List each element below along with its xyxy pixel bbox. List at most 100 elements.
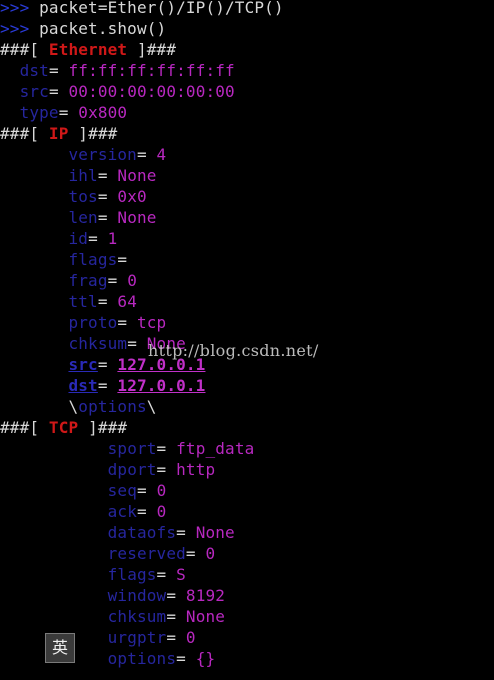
field-row: ack= 0 [0,501,167,522]
field-value: 127.0.0.1 [117,376,206,395]
field-equals: = [97,292,118,311]
field-row: proto= tcp [0,312,166,333]
field-indent [0,145,68,164]
field-name: version [68,145,137,164]
ime-language-indicator[interactable]: 英 [45,633,75,663]
field-name: sport [107,439,157,458]
field-value: ftp_data [176,439,255,458]
field-row: dst= ff:ff:ff:ff:ff:ff [0,60,235,81]
field-row: id= 1 [0,228,117,249]
field-equals: = [117,250,137,269]
options-label: options [78,397,147,416]
field-indent [0,586,108,605]
field-row: src= 00:00:00:00:00:00 [0,81,235,102]
field-equals: = [97,355,118,374]
field-indent [0,355,68,374]
field-row: frag= 0 [0,270,137,291]
layer-header-prefix: ###[ [0,40,49,59]
field-name: chksum [68,334,128,353]
field-row: version= 4 [0,144,166,165]
field-row: len= None [0,207,157,228]
field-name: id [68,229,89,248]
field-equals: = [97,208,118,227]
field-value: 0x0 [117,187,147,206]
field-value: tcp [136,313,167,332]
field-equals: = [166,607,186,626]
field-value: 64 [117,292,137,311]
field-value: 0 [205,544,216,563]
layer-name: TCP [48,418,79,437]
field-value: http [176,460,216,479]
field-indent [0,166,68,185]
prompt-line: >>> packet=Ether()/IP()/TCP() [0,0,284,18]
field-equals: = [156,565,177,584]
field-name: proto [68,313,118,332]
field-equals: = [166,586,186,605]
field-name: urgptr [107,628,167,647]
field-value: 1 [107,229,118,248]
field-equals: = [156,439,177,458]
field-value: 0 [185,628,196,647]
field-equals: = [97,376,118,395]
field-row: flags= S [0,564,186,585]
field-equals: = [185,544,206,563]
field-indent [0,607,108,626]
options-open-slash: \ [68,397,79,416]
field-indent [0,313,68,332]
field-value: 0 [127,271,137,290]
field-row: seq= 0 [0,480,167,501]
layer-name: IP [48,124,69,143]
field-equals: = [136,481,157,500]
field-indent [0,187,68,206]
field-value: None [117,166,157,185]
field-indent [0,502,108,521]
field-name: flags [68,250,118,269]
field-indent [0,250,68,269]
layer-header-suffix: ]### [127,40,177,59]
field-indent [0,82,20,101]
field-equals: = [176,649,196,668]
field-equals: = [97,166,118,185]
field-indent [0,523,108,542]
field-indent [0,376,68,395]
field-name: dst [68,376,98,395]
field-indent [0,229,68,248]
field-row: sport= ftp_data [0,438,255,459]
field-name: ack [107,502,137,521]
prompt-marker: >>> [0,0,30,17]
field-row: tos= 0x0 [0,186,147,207]
field-name: dataofs [107,523,177,542]
field-name: options [107,649,177,668]
field-row: ihl= None [0,165,157,186]
field-equals: = [107,271,128,290]
field-value: None [195,523,235,542]
field-indent [0,61,20,80]
field-indent [0,292,68,311]
layer-header-suffix: ]### [68,124,118,143]
layer-header: ###[ Ethernet ]### [0,39,176,60]
field-name: ttl [68,292,98,311]
field-value: None [185,607,226,626]
field-value: {} [195,649,216,668]
field-row: type= 0x800 [0,102,127,123]
field-indent [0,334,68,353]
layer-header-suffix: ]### [78,418,128,437]
field-name: src [68,355,98,374]
field-indent [0,397,68,416]
field-value: ff:ff:ff:ff:ff:ff [68,61,235,80]
field-value: S [176,565,186,584]
field-equals: = [156,460,177,479]
field-indent [0,208,68,227]
terminal-output[interactable]: >>> packet=Ether()/IP()/TCP() >>> packet.… [0,0,494,680]
field-name: ihl [68,166,98,185]
field-name: chksum [107,607,167,626]
field-value: 00:00:00:00:00:00 [68,82,235,101]
field-value: None [117,208,157,227]
field-name: window [107,586,167,605]
layer-header-prefix: ###[ [0,124,49,143]
field-row: reserved= 0 [0,543,215,564]
field-value: 0 [156,481,167,500]
options-row: \options\ [0,396,157,417]
field-value: 0 [156,502,167,521]
field-name: type [19,103,59,122]
